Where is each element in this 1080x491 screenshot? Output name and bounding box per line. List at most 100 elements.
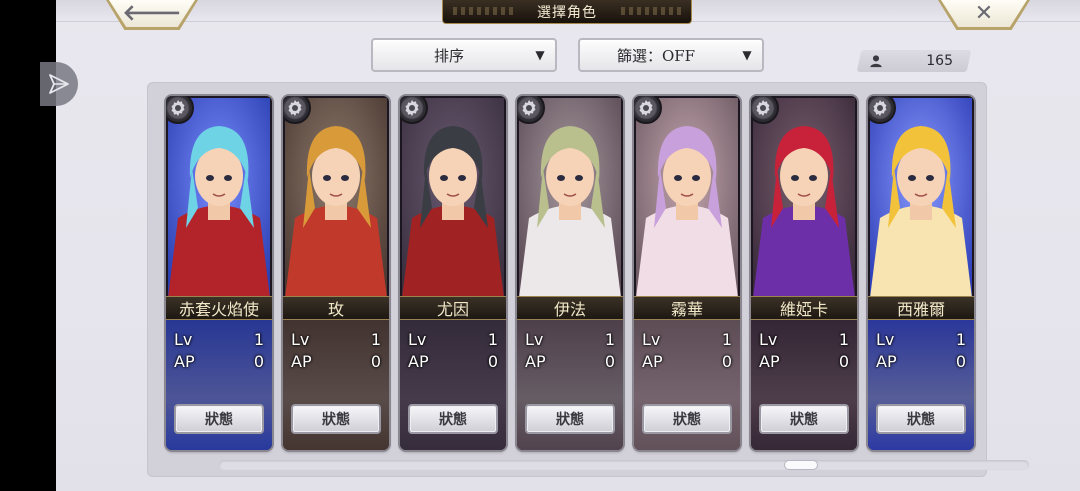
level-row: Lv 1 bbox=[876, 328, 966, 350]
character-count-badge: 165 bbox=[856, 50, 972, 72]
level-label: Lv bbox=[408, 329, 427, 349]
character-name: 伊法 bbox=[553, 300, 586, 319]
character-name-plate: 霧華 bbox=[634, 296, 740, 320]
level-row: Lv 1 bbox=[525, 328, 615, 350]
character-card[interactable]: 西雅爾 Lv 1 AP 0 狀態 bbox=[868, 96, 974, 450]
ap-label: AP bbox=[408, 351, 429, 371]
status-button[interactable]: 狀態 bbox=[408, 404, 498, 434]
level-label: Lv bbox=[291, 329, 310, 349]
scrollbar-thumb[interactable] bbox=[784, 460, 818, 470]
ap-label: AP bbox=[174, 351, 195, 371]
sort-label: 排序 bbox=[433, 46, 464, 65]
character-name: 赤套火焰使 bbox=[178, 300, 259, 319]
character-select-screen: 🡐 選擇角色 ✕ 排序 ▼ 篩選：OFF ▼ 165 赤套火焰使 Lv 1 AP… bbox=[56, 0, 1080, 491]
ap-value: 0 bbox=[253, 351, 264, 371]
ap-value: 0 bbox=[721, 351, 732, 371]
ap-row: AP 0 bbox=[408, 350, 498, 372]
character-name-plate: 伊法 bbox=[517, 296, 623, 320]
character-card[interactable]: 伊法 Lv 1 AP 0 狀態 bbox=[517, 96, 623, 450]
ap-value: 0 bbox=[955, 351, 966, 371]
chevron-down-icon: ▼ bbox=[535, 48, 545, 62]
level-label: Lv bbox=[876, 329, 895, 349]
level-row: Lv 1 bbox=[408, 328, 498, 350]
level-value: 1 bbox=[604, 329, 615, 349]
person-icon bbox=[870, 55, 882, 68]
character-portrait[interactable] bbox=[168, 98, 270, 298]
ap-value: 0 bbox=[487, 351, 498, 371]
close-button[interactable]: ✕ bbox=[938, 0, 1030, 30]
character-name: 尤因 bbox=[436, 300, 469, 319]
status-button[interactable]: 狀態 bbox=[759, 404, 849, 434]
screen-title-text: 選擇角色 bbox=[537, 4, 597, 21]
character-name-plate: 赤套火焰使 bbox=[166, 296, 272, 320]
ap-label: AP bbox=[291, 351, 312, 371]
level-value: 1 bbox=[721, 329, 732, 349]
level-label: Lv bbox=[642, 329, 661, 349]
character-portrait[interactable] bbox=[636, 98, 738, 298]
status-button[interactable]: 狀態 bbox=[525, 404, 615, 434]
chevron-down-icon: ▼ bbox=[742, 48, 752, 62]
character-stats: Lv 1 AP 0 狀態 bbox=[400, 320, 506, 450]
character-stats: Lv 1 AP 0 狀態 bbox=[166, 320, 272, 450]
character-stats: Lv 1 AP 0 狀態 bbox=[634, 320, 740, 450]
filter-label: 篩選：OFF bbox=[616, 46, 696, 65]
level-label: Lv bbox=[525, 329, 544, 349]
character-stats: Lv 1 AP 0 狀態 bbox=[517, 320, 623, 450]
character-portrait[interactable] bbox=[402, 98, 504, 298]
character-name: 西雅爾 bbox=[896, 300, 945, 319]
character-portrait[interactable] bbox=[285, 98, 387, 298]
close-icon: ✕ bbox=[974, 1, 994, 26]
level-row: Lv 1 bbox=[759, 328, 849, 350]
ap-value: 0 bbox=[604, 351, 615, 371]
ap-label: AP bbox=[642, 351, 663, 371]
status-button[interactable]: 狀態 bbox=[642, 404, 732, 434]
character-portrait[interactable] bbox=[519, 98, 621, 298]
level-value: 1 bbox=[487, 329, 498, 349]
ap-label: AP bbox=[525, 351, 546, 371]
ap-row: AP 0 bbox=[876, 350, 966, 372]
screen-title: 選擇角色 bbox=[442, 0, 692, 24]
character-name-plate: 尤因 bbox=[400, 296, 506, 320]
ap-label: AP bbox=[876, 351, 897, 371]
horizontal-scrollbar[interactable] bbox=[219, 460, 1029, 470]
status-button[interactable]: 狀態 bbox=[876, 404, 966, 434]
ap-row: AP 0 bbox=[291, 350, 381, 372]
sort-dropdown[interactable]: 排序 ▼ bbox=[371, 38, 557, 72]
character-name: 維婭卡 bbox=[779, 300, 828, 319]
character-portrait[interactable] bbox=[870, 98, 972, 298]
back-button[interactable]: 🡐 bbox=[106, 0, 198, 30]
character-stats: Lv 1 AP 0 狀態 bbox=[283, 320, 389, 450]
level-value: 1 bbox=[838, 329, 849, 349]
character-name-plate: 玫 bbox=[283, 296, 389, 320]
character-card[interactable]: 玫 Lv 1 AP 0 狀態 bbox=[283, 96, 389, 450]
level-row: Lv 1 bbox=[174, 328, 264, 350]
character-portrait[interactable] bbox=[753, 98, 855, 298]
character-card[interactable]: 赤套火焰使 Lv 1 AP 0 狀態 bbox=[166, 96, 272, 450]
level-row: Lv 1 bbox=[642, 328, 732, 350]
level-value: 1 bbox=[253, 329, 264, 349]
character-name-plate: 西雅爾 bbox=[868, 296, 974, 320]
character-stats: Lv 1 AP 0 狀態 bbox=[868, 320, 974, 450]
ap-row: AP 0 bbox=[642, 350, 732, 372]
ap-row: AP 0 bbox=[525, 350, 615, 372]
send-arrow-icon bbox=[49, 74, 69, 94]
filter-dropdown[interactable]: 篩選：OFF ▼ bbox=[578, 38, 764, 72]
ap-row: AP 0 bbox=[174, 350, 264, 372]
ap-value: 0 bbox=[838, 351, 849, 371]
ap-label: AP bbox=[759, 351, 780, 371]
level-label: Lv bbox=[174, 329, 193, 349]
character-name: 玫 bbox=[327, 300, 344, 319]
level-row: Lv 1 bbox=[291, 328, 381, 350]
back-arrow-icon: 🡐 bbox=[122, 1, 182, 26]
character-card[interactable]: 維婭卡 Lv 1 AP 0 狀態 bbox=[751, 96, 857, 450]
status-button[interactable]: 狀態 bbox=[174, 404, 264, 434]
character-card[interactable]: 尤因 Lv 1 AP 0 狀態 bbox=[400, 96, 506, 450]
ap-row: AP 0 bbox=[759, 350, 849, 372]
character-stats: Lv 1 AP 0 狀態 bbox=[751, 320, 857, 450]
character-count: 165 bbox=[926, 53, 953, 69]
character-card[interactable]: 霧華 Lv 1 AP 0 狀態 bbox=[634, 96, 740, 450]
status-button[interactable]: 狀態 bbox=[291, 404, 381, 434]
level-value: 1 bbox=[370, 329, 381, 349]
level-label: Lv bbox=[759, 329, 778, 349]
character-name-plate: 維婭卡 bbox=[751, 296, 857, 320]
